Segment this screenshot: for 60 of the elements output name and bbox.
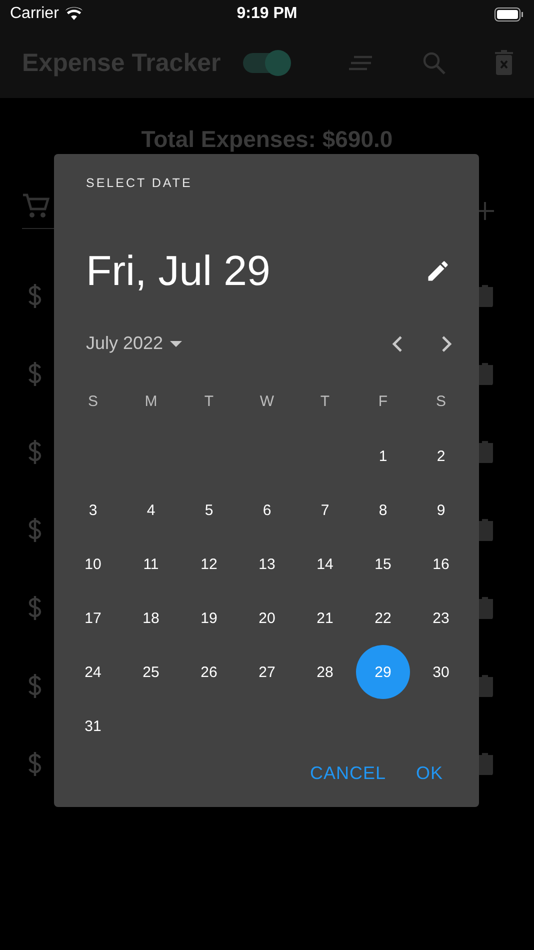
calendar-day[interactable]: 12 bbox=[182, 537, 236, 591]
carrier-label: Carrier bbox=[10, 5, 59, 23]
calendar-day[interactable]: 2 bbox=[414, 429, 468, 483]
chevron-right-icon[interactable] bbox=[441, 334, 453, 352]
calendar-day[interactable]: 16 bbox=[414, 537, 468, 591]
calendar-day[interactable]: 14 bbox=[298, 537, 352, 591]
chevron-left-icon[interactable] bbox=[391, 334, 403, 352]
calendar-day[interactable]: 19 bbox=[182, 591, 236, 645]
calendar-day[interactable]: 13 bbox=[240, 537, 294, 591]
weekday-label: M bbox=[144, 392, 158, 412]
calendar-day[interactable]: 8 bbox=[356, 483, 410, 537]
dollar-icon bbox=[26, 751, 44, 777]
calendar-day[interactable]: 15 bbox=[356, 537, 410, 591]
calendar-day[interactable]: 5 bbox=[182, 483, 236, 537]
battery-icon bbox=[494, 6, 524, 22]
trash-icon[interactable] bbox=[494, 50, 514, 76]
dollar-icon bbox=[26, 361, 44, 387]
dollar-icon bbox=[26, 517, 44, 543]
weekday-label: F bbox=[377, 392, 389, 412]
cart-icon[interactable] bbox=[22, 193, 50, 219]
month-dropdown[interactable]: July 2022 bbox=[86, 333, 184, 354]
weekday-label: S bbox=[434, 392, 447, 412]
dollar-icon bbox=[26, 439, 44, 465]
calendar-day[interactable]: 9 bbox=[414, 483, 468, 537]
calendar-day[interactable]: 27 bbox=[240, 645, 294, 699]
status-time: 9:19 PM bbox=[236, 5, 298, 23]
dollar-icon bbox=[26, 673, 44, 699]
calendar-day[interactable]: 24 bbox=[66, 645, 120, 699]
weekday-label: T bbox=[319, 392, 331, 412]
calendar-day[interactable]: 25 bbox=[124, 645, 178, 699]
calendar-day[interactable]: 11 bbox=[124, 537, 178, 591]
wifi-icon bbox=[64, 7, 83, 21]
sort-icon[interactable] bbox=[348, 55, 374, 71]
caret-icon bbox=[169, 340, 184, 348]
calendar-day[interactable]: 22 bbox=[356, 591, 410, 645]
calendar-day[interactable]: 26 bbox=[182, 645, 236, 699]
calendar-day[interactable]: 18 bbox=[124, 591, 178, 645]
calendar-day[interactable]: 4 bbox=[124, 483, 178, 537]
calendar-day[interactable]: 28 bbox=[298, 645, 352, 699]
calendar-day[interactable]: 6 bbox=[240, 483, 294, 537]
plus-icon[interactable] bbox=[476, 202, 494, 220]
calendar-day[interactable]: 20 bbox=[240, 591, 294, 645]
calendar-day[interactable]: 17 bbox=[66, 591, 120, 645]
calendar-day[interactable]: 31 bbox=[66, 699, 120, 753]
calendar-day[interactable]: 10 bbox=[66, 537, 120, 591]
dollar-icon bbox=[26, 595, 44, 621]
calendar-day[interactable]: 3 bbox=[66, 483, 120, 537]
calendar-day[interactable]: 21 bbox=[298, 591, 352, 645]
selected-date: Fri, Jul 29 bbox=[86, 247, 270, 295]
calendar-day[interactable]: 30 bbox=[414, 645, 468, 699]
search-icon[interactable] bbox=[422, 51, 446, 75]
dollar-icon bbox=[26, 283, 44, 309]
weekday-label: W bbox=[258, 392, 276, 412]
calendar-day[interactable]: 7 bbox=[298, 483, 352, 537]
calendar-day[interactable]: 23 bbox=[414, 591, 468, 645]
weekday-label: S bbox=[86, 392, 99, 412]
total-expenses: Total Expenses: $690.0 bbox=[140, 126, 394, 153]
dialog-heading: SELECT DATE bbox=[86, 176, 194, 190]
calendar-day[interactable]: 1 bbox=[356, 429, 410, 483]
weekday-label: T bbox=[203, 392, 215, 412]
